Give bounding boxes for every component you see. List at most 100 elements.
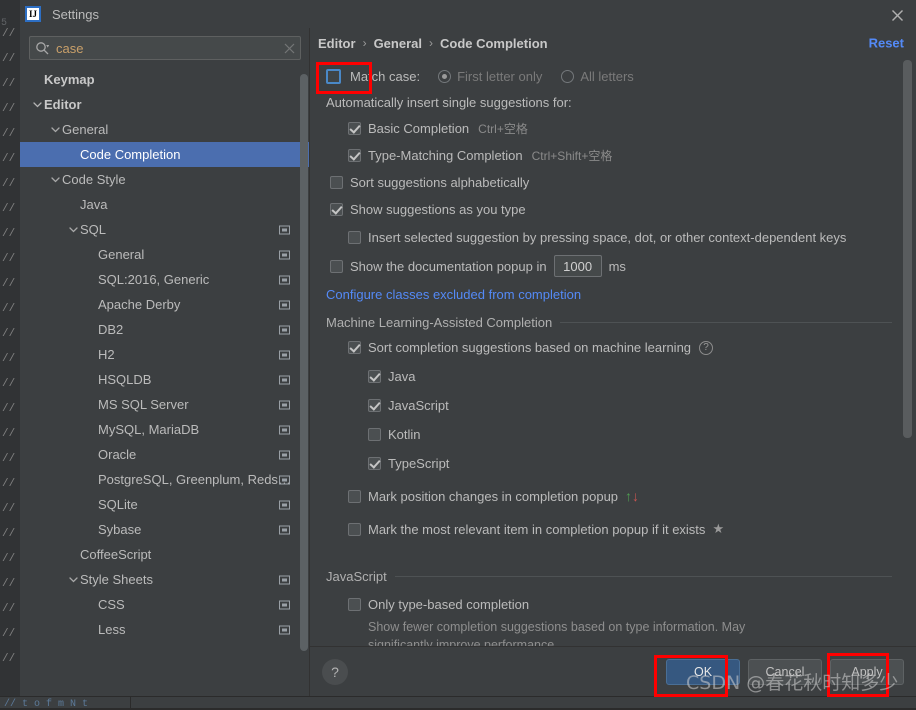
module-scope-icon bbox=[279, 525, 290, 534]
sidebar-item-h2[interactable]: H2 bbox=[20, 342, 310, 367]
ml-lang-javascript-checkbox[interactable] bbox=[368, 399, 381, 412]
show-as-you-type-checkbox[interactable] bbox=[330, 203, 343, 216]
sidebar-item-label: Less bbox=[98, 622, 292, 637]
configure-excluded-link[interactable]: Configure classes excluded from completi… bbox=[326, 287, 581, 302]
module-scope-icon bbox=[279, 325, 290, 334]
sidebar-item-ms-sql-server[interactable]: MS SQL Server bbox=[20, 392, 310, 417]
sort-ml-checkbox[interactable] bbox=[348, 341, 361, 354]
ml-lang-typescript-checkbox[interactable] bbox=[368, 457, 381, 470]
match-case-row: Match case: First letter only All letter… bbox=[318, 62, 892, 90]
dialog-body: KeymapEditorGeneralCode CompletionCode S… bbox=[20, 28, 916, 696]
clear-icon[interactable] bbox=[284, 43, 295, 54]
sidebar-item-hsqldb[interactable]: HSQLDB bbox=[20, 367, 310, 392]
ml-lang-javascript-row: JavaScript bbox=[318, 391, 892, 420]
sidebar-item-oracle[interactable]: Oracle bbox=[20, 442, 310, 467]
editor-comment-line: // bbox=[2, 528, 15, 540]
chevron-down-icon[interactable] bbox=[66, 575, 80, 584]
sidebar-item-mysql-mariadb[interactable]: MySQL, MariaDB bbox=[20, 417, 310, 442]
basic-completion-shortcut: Ctrl+空格 bbox=[478, 120, 528, 137]
sidebar-item-sybase[interactable]: Sybase bbox=[20, 517, 310, 542]
radio-first-letter-only-label: First letter only bbox=[457, 69, 542, 84]
radio-all-letters[interactable] bbox=[561, 70, 574, 83]
doc-popup-label-before: Show the documentation popup in bbox=[350, 259, 547, 274]
settings-tree[interactable]: KeymapEditorGeneralCode CompletionCode S… bbox=[20, 66, 310, 696]
match-case-checkbox[interactable] bbox=[326, 69, 341, 84]
sidebar-item-label: MySQL, MariaDB bbox=[98, 422, 292, 437]
sidebar-item-label: Code Completion bbox=[80, 147, 292, 162]
close-icon[interactable] bbox=[888, 6, 906, 24]
sidebar-item-keymap[interactable]: Keymap bbox=[20, 67, 310, 92]
sidebar-item-label: Style Sheets bbox=[80, 572, 292, 587]
ml-lang-kotlin-label: Kotlin bbox=[388, 427, 421, 442]
doc-popup-checkbox[interactable] bbox=[330, 260, 343, 273]
breadcrumb-item-editor[interactable]: Editor bbox=[318, 36, 356, 51]
mark-position-checkbox[interactable] bbox=[348, 490, 361, 503]
insert-selected-checkbox[interactable] bbox=[348, 231, 361, 244]
sidebar-item-general[interactable]: General bbox=[20, 242, 310, 267]
ok-button[interactable]: OK bbox=[666, 659, 740, 685]
apply-button[interactable]: Apply bbox=[830, 659, 904, 685]
sidebar-item-sql-2016-generic[interactable]: SQL:2016, Generic bbox=[20, 267, 310, 292]
description-line-2: significantly improve performance. bbox=[368, 636, 892, 646]
sidebar-item-apache-derby[interactable]: Apache Derby bbox=[20, 292, 310, 317]
sidebar-item-sqlite[interactable]: SQLite bbox=[20, 492, 310, 517]
sidebar-item-coffeescript[interactable]: CoffeeScript bbox=[20, 542, 310, 567]
sidebar-item-postgresql-greenplum-redshift[interactable]: PostgreSQL, Greenplum, Redshift bbox=[20, 467, 310, 492]
sidebar-item-less[interactable]: Less bbox=[20, 617, 310, 642]
ml-lang-kotlin-checkbox[interactable] bbox=[368, 428, 381, 441]
breadcrumb-item-general[interactable]: General bbox=[374, 36, 422, 51]
sidebar-item-general[interactable]: General bbox=[20, 117, 310, 142]
editor-comment-line: // bbox=[2, 253, 15, 265]
main-scrollbar-thumb[interactable] bbox=[903, 60, 912, 438]
chevron-down-icon[interactable] bbox=[66, 225, 80, 234]
ml-lang-java-checkbox[interactable] bbox=[368, 370, 381, 383]
sort-alphabetically-checkbox[interactable] bbox=[330, 176, 343, 189]
sidebar-item-code-completion[interactable]: Code Completion bbox=[20, 142, 310, 167]
chevron-down-icon[interactable] bbox=[48, 175, 62, 184]
module-scope-icon bbox=[279, 625, 290, 634]
main-scrollbar[interactable] bbox=[903, 58, 912, 646]
module-scope-icon bbox=[279, 475, 290, 484]
settings-dialog: IJ Settings bbox=[20, 0, 916, 696]
type-matching-completion-checkbox[interactable] bbox=[348, 149, 361, 162]
doc-popup-delay-input[interactable] bbox=[554, 255, 602, 277]
help-circle-icon[interactable]: ? bbox=[699, 341, 713, 355]
search-icon[interactable] bbox=[35, 41, 50, 56]
module-scope-icon bbox=[279, 600, 290, 609]
module-scope-icon bbox=[279, 225, 290, 234]
ml-section-header: Machine Learning-Assisted Completion bbox=[318, 315, 892, 330]
basic-completion-checkbox[interactable] bbox=[348, 122, 361, 135]
editor-comment-line: // bbox=[2, 128, 15, 140]
sidebar-item-java[interactable]: Java bbox=[20, 192, 310, 217]
sidebar-item-sql[interactable]: SQL bbox=[20, 217, 310, 242]
reset-link[interactable]: Reset bbox=[869, 36, 904, 51]
radio-first-letter-only[interactable] bbox=[438, 70, 451, 83]
editor-comment-line: // bbox=[2, 378, 15, 390]
sidebar-item-code-style[interactable]: Code Style bbox=[20, 167, 310, 192]
doc-popup-label-after: ms bbox=[609, 259, 626, 274]
editor-comment-line: // bbox=[2, 453, 15, 465]
editor-comment-line: // bbox=[2, 278, 15, 290]
sidebar-item-style-sheets[interactable]: Style Sheets bbox=[20, 567, 310, 592]
search-box[interactable] bbox=[29, 36, 301, 60]
chevron-down-icon[interactable] bbox=[30, 100, 44, 109]
search-input[interactable] bbox=[56, 41, 284, 56]
editor-bottom-text: // t o f m N t bbox=[4, 699, 88, 710]
sidebar-scrollbar[interactable] bbox=[300, 66, 308, 696]
mark-relevant-row: Mark the most relevant item in completio… bbox=[318, 514, 892, 544]
breadcrumb-separator: › bbox=[363, 36, 367, 50]
sidebar-scrollbar-thumb[interactable] bbox=[300, 74, 308, 651]
help-button[interactable]: ? bbox=[322, 659, 348, 685]
sidebar-item-db2[interactable]: DB2 bbox=[20, 317, 310, 342]
chevron-down-icon[interactable] bbox=[48, 125, 62, 134]
mark-relevant-checkbox[interactable] bbox=[348, 523, 361, 536]
cancel-button[interactable]: Cancel bbox=[748, 659, 822, 685]
sidebar-item-label: Code Style bbox=[62, 172, 292, 187]
sidebar-item-css[interactable]: CSS bbox=[20, 592, 310, 617]
sidebar-item-editor[interactable]: Editor bbox=[20, 92, 310, 117]
auto-insert-header-row: Automatically insert single suggestions … bbox=[318, 90, 892, 115]
dialog-title-bar: IJ Settings bbox=[20, 0, 916, 28]
breadcrumb: Editor › General › Code Completion Reset bbox=[310, 28, 916, 58]
sidebar-item-label: PostgreSQL, Greenplum, Redshift bbox=[98, 472, 292, 487]
only-type-based-checkbox[interactable] bbox=[348, 598, 361, 611]
